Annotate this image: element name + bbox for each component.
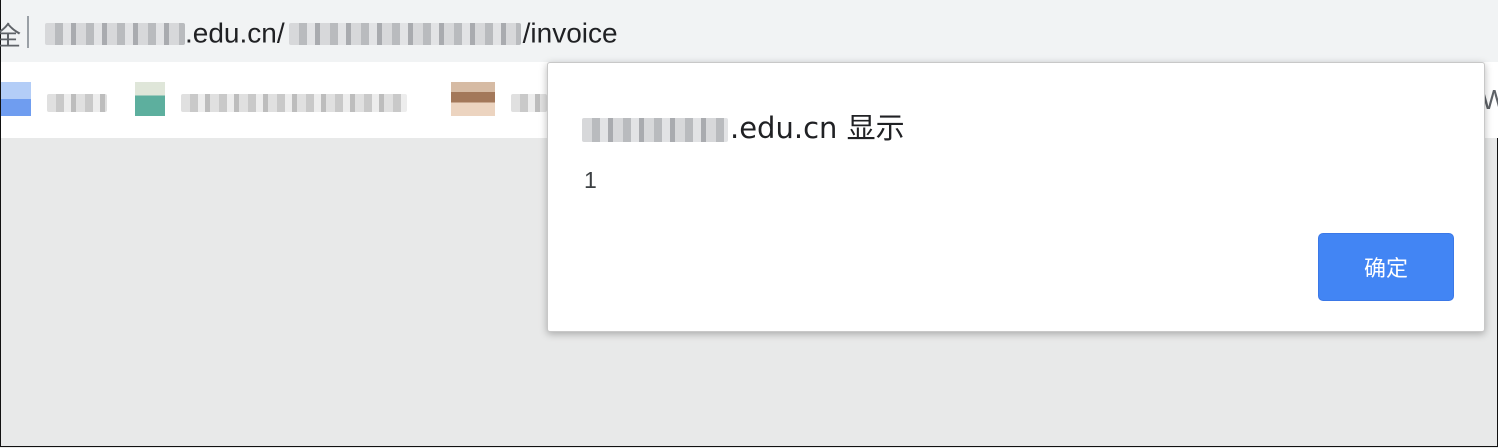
blurred-path [288, 22, 521, 45]
url-text[interactable]: .edu.cn/ /invoice [45, 16, 618, 50]
dialog-message: 1 [584, 167, 597, 193]
address-bar[interactable]: 全 .edu.cn/ /invoice [0, 0, 1498, 62]
url-path-suffix: /invoice [522, 17, 618, 49]
bookmark-item[interactable] [1, 76, 121, 120]
bookmark-item[interactable] [451, 76, 547, 120]
site-info-icon[interactable]: 全 [0, 16, 21, 53]
blurred-origin [582, 118, 728, 142]
address-divider [27, 16, 29, 48]
blurred-subdomain [45, 22, 185, 45]
bookmark-blurred-label [511, 94, 547, 112]
bookmark-favicon-icon [135, 82, 165, 116]
alert-dialog: .edu.cn 显示 1 确定 [547, 62, 1485, 332]
dialog-title: .edu.cn 显示 [582, 105, 905, 147]
dialog-title-suffix: .edu.cn 显示 [730, 111, 905, 145]
bookmark-item[interactable] [135, 76, 425, 120]
bookmark-blurred-label [47, 94, 107, 112]
ok-button[interactable]: 确定 [1318, 233, 1454, 301]
bookmark-favicon-icon [1, 82, 31, 116]
browser-frame: 全 .edu.cn//invoice W .edu.cn 显示 1 确定 [0, 0, 1498, 447]
bookmark-favicon-icon [451, 82, 495, 116]
bookmark-blurred-label [181, 94, 407, 112]
url-domain-suffix: .edu.cn/ [185, 17, 285, 49]
